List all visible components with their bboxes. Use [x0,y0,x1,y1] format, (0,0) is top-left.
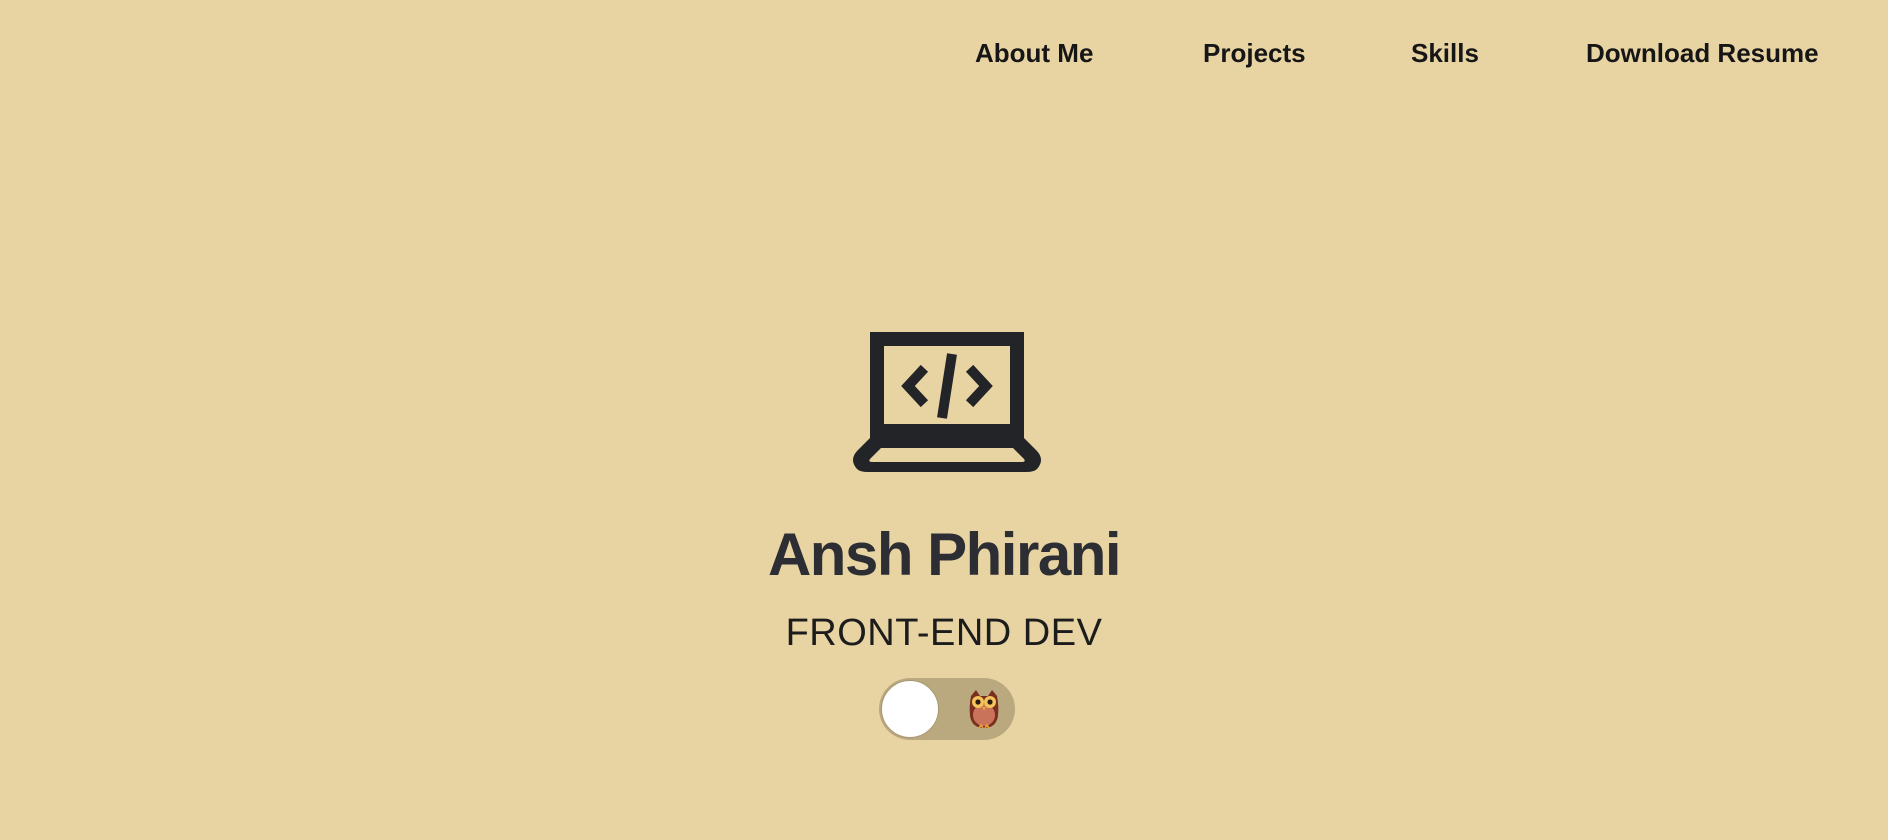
nav-link-about-me[interactable]: About Me [975,38,1093,69]
toggle-knob[interactable] [881,680,939,738]
hero-role: FRONT-END DEV [785,612,1103,654]
nav-link-download-resume[interactable]: Download Resume [1586,38,1819,69]
hero-name: Ansh Phirani [767,521,1122,588]
nav-link-skills[interactable]: Skills [1411,38,1479,69]
nav-link-projects[interactable]: Projects [1203,38,1306,69]
theme-toggle[interactable] [879,678,1015,740]
laptop-code-icon [853,332,1041,472]
owl-icon [969,690,999,729]
top-nav: About Me Projects Skills Download Resume [0,0,1888,110]
